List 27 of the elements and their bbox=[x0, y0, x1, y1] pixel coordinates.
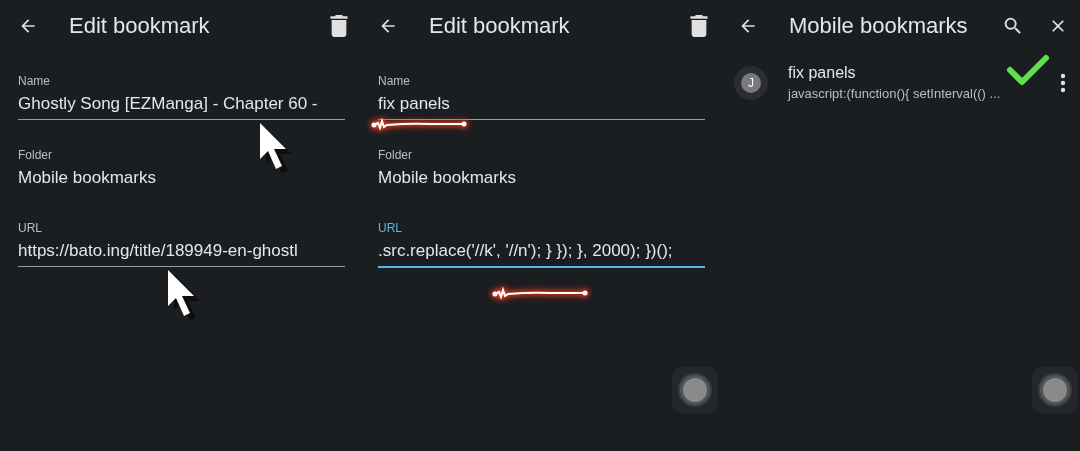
screen-title: Edit bookmark bbox=[69, 13, 211, 39]
avatar-letter: J bbox=[741, 72, 761, 93]
text-field[interactable]: .src.replace('//k', '//n'); } }); }, 2000); })(); bbox=[378, 241, 705, 268]
trash-icon[interactable] bbox=[690, 15, 708, 37]
field-label: Folder bbox=[18, 148, 52, 162]
bookmark-title[interactable]: fix panels bbox=[788, 64, 1040, 82]
check-mark-drawing bbox=[1006, 54, 1050, 88]
folder-value[interactable]: Mobile bookmarks bbox=[18, 168, 345, 193]
screen-title: Mobile bookmarks bbox=[789, 13, 969, 39]
screen-title: Edit bookmark bbox=[429, 13, 571, 39]
cursor-drawing bbox=[258, 121, 294, 173]
cursor-drawing bbox=[166, 268, 202, 320]
text-field[interactable]: https://bato.ing/title/189949-en-ghostl bbox=[18, 241, 345, 267]
search-icon[interactable] bbox=[1002, 15, 1024, 37]
field-label: Name bbox=[378, 74, 410, 88]
floating-assistive-button[interactable] bbox=[672, 367, 718, 413]
bookmark-url: javascript:(function(){ setInterval(() ... bbox=[788, 86, 1002, 101]
field-label: URL bbox=[378, 221, 402, 235]
text-field[interactable]: Ghostly Song [EZManga] - Chapter 60 - bbox=[18, 94, 345, 120]
more-options-icon[interactable] bbox=[1060, 72, 1066, 93]
text-field[interactable]: fix panels bbox=[378, 94, 705, 120]
field-label: URL bbox=[18, 221, 42, 235]
field-label: Folder bbox=[378, 148, 412, 162]
folder-value[interactable]: Mobile bookmarks bbox=[378, 168, 705, 193]
trash-icon[interactable] bbox=[330, 15, 348, 37]
field-label: Name bbox=[18, 74, 50, 88]
floating-assistive-button[interactable] bbox=[1032, 367, 1078, 413]
